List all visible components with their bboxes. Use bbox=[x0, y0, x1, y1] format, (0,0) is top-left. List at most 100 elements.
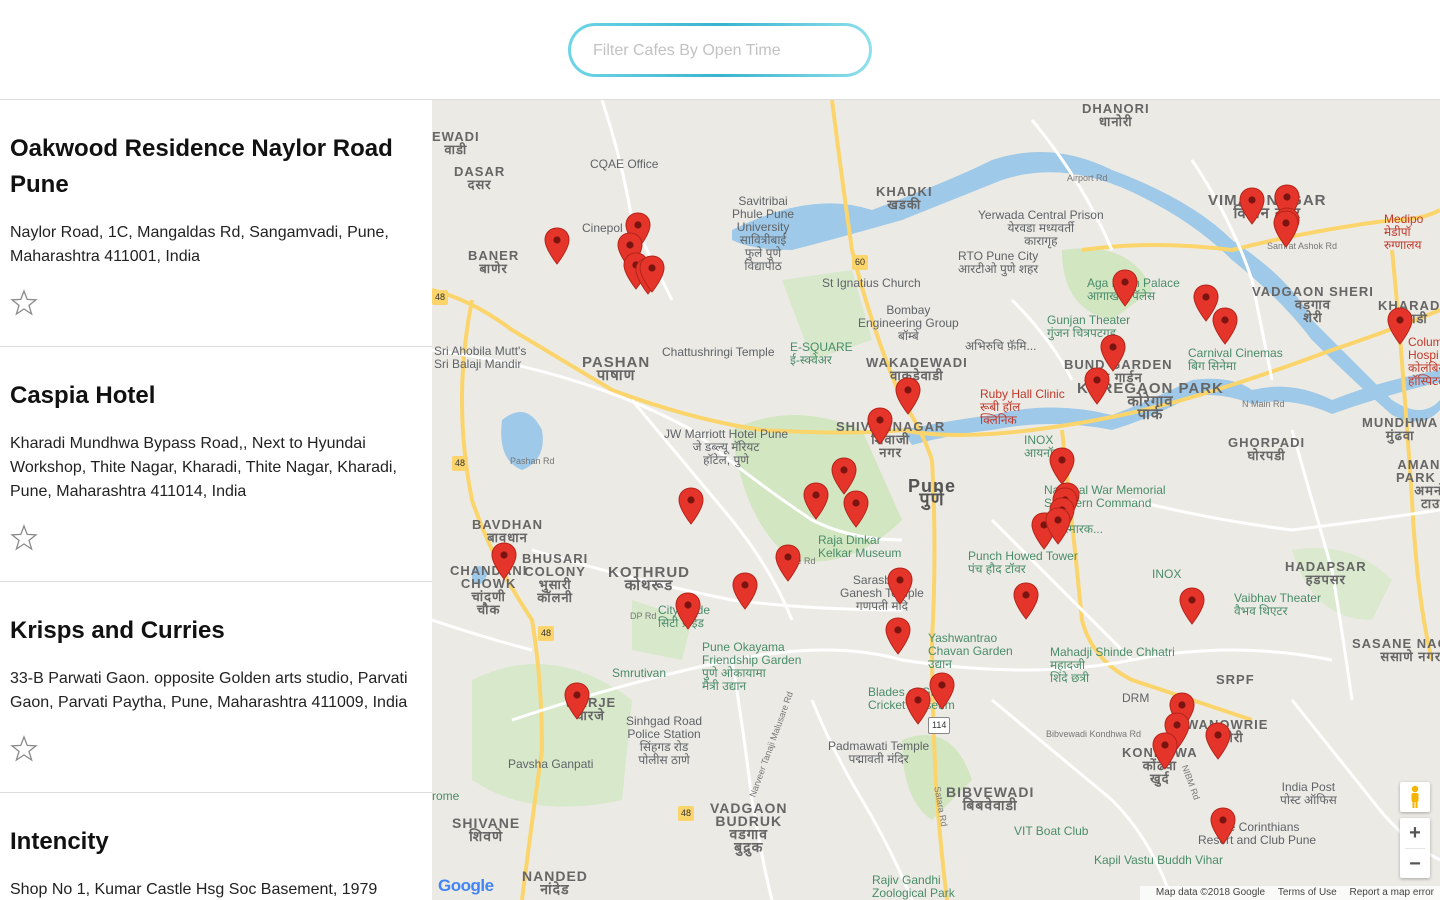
cafe-address: 33-B Parwati Gaon. opposite Golden arts … bbox=[10, 670, 408, 711]
star-icon[interactable] bbox=[10, 289, 38, 317]
map-label: Yerwada Central Prison येरवडा मध्यवर्ती का… bbox=[978, 208, 1104, 248]
map-label: KOTHRUD कोथरूड bbox=[608, 564, 690, 594]
cafe-marker-pin-icon[interactable] bbox=[491, 542, 517, 580]
cafe-marker-pin-icon[interactable] bbox=[678, 487, 704, 525]
filter-open-time-input[interactable] bbox=[591, 26, 855, 76]
cafe-list: Oakwood Residence Naylor Road Pune Naylo… bbox=[0, 100, 432, 900]
map-label: India Post पोस्ट ऑफिस bbox=[1280, 780, 1337, 807]
map-label: PASHAN पाषाण bbox=[582, 354, 651, 384]
map-label: Vaibhav Theater वैभव थिएटर bbox=[1234, 591, 1321, 618]
cafe-name: Oakwood Residence Naylor Road Pune bbox=[10, 135, 393, 198]
map-label: Sinhgad Road Police Station सिंहगड रोड पोली… bbox=[626, 714, 703, 767]
map-label: VADGAON BUDRUK वडगाव बुद्रुक bbox=[710, 800, 788, 855]
map-label: Raja Dinkar Kelkar Museum bbox=[818, 533, 902, 560]
map-footer: Map data ©2018 Google Terms of Use Repor… bbox=[1139, 886, 1440, 900]
cafe-marker-pin-icon[interactable] bbox=[1045, 507, 1071, 545]
map-label: Pavsha Ganpati bbox=[508, 757, 594, 771]
cafe-card[interactable]: Krisps and Curries 33-B Parwati Gaon. op… bbox=[0, 582, 432, 793]
map-label: Ruby Hall Clinic रूबी हॉल क्लिनिक bbox=[980, 387, 1065, 427]
cafe-marker-pin-icon[interactable] bbox=[1210, 807, 1236, 845]
cafe-card[interactable]: Oakwood Residence Naylor Road Pune Naylo… bbox=[0, 100, 432, 347]
map-label: SASANE NAGARससाणे नगर bbox=[1352, 636, 1440, 664]
cafe-marker-pin-icon[interactable] bbox=[885, 617, 911, 655]
cafe-marker-pin-icon[interactable] bbox=[1152, 732, 1178, 770]
cafe-marker-pin-icon[interactable] bbox=[1049, 447, 1075, 485]
map-label: Pashan Rd bbox=[510, 456, 555, 466]
map-label: rome bbox=[432, 789, 460, 803]
cafe-marker-pin-icon[interactable] bbox=[843, 490, 869, 528]
map-label: DP Rd bbox=[630, 611, 657, 621]
map-label: Pune Okayama Friendship Garden पुणे ओकायाम… bbox=[702, 640, 802, 693]
map-label: EWADI वाडी bbox=[432, 129, 480, 157]
map-label: Airport Rd bbox=[1067, 173, 1108, 183]
map-label: GHORPADI घोरपडी bbox=[1228, 435, 1306, 463]
map-label: VADGAON SHERI वडगाव शेरी bbox=[1252, 284, 1374, 325]
map-label: Medipo मेडीपॉ रुग्णालय bbox=[1384, 212, 1424, 252]
zoom-out-button[interactable]: − bbox=[1400, 849, 1430, 879]
cafe-marker-pin-icon[interactable] bbox=[1273, 210, 1299, 248]
cafe-marker-pin-icon[interactable] bbox=[1205, 722, 1231, 760]
map-label: Yashwantrao Chavan Garden उद्यान bbox=[928, 631, 1013, 671]
zoom-in-button[interactable]: + bbox=[1400, 818, 1430, 848]
cafe-marker-pin-icon[interactable] bbox=[544, 227, 570, 265]
cafe-marker-pin-icon[interactable] bbox=[905, 687, 931, 725]
highway-shield: 114 bbox=[928, 717, 951, 734]
map-label: St Ignatius Church bbox=[822, 276, 921, 290]
cafe-name: Caspia Hotel bbox=[10, 382, 156, 409]
map-label: E-SQUARE ई-स्क्वेअर bbox=[790, 340, 853, 367]
star-icon[interactable] bbox=[10, 735, 38, 763]
cafe-marker-pin-icon[interactable] bbox=[803, 482, 829, 520]
cafe-marker-pin-icon[interactable] bbox=[1212, 307, 1238, 345]
map-label: VIT Boat Club bbox=[1014, 824, 1089, 838]
cafe-marker-pin-icon[interactable] bbox=[887, 567, 913, 605]
map-label: Punch Howed Tower पंच हौद टॉवर bbox=[968, 549, 1078, 576]
street-view-pegman-button[interactable] bbox=[1400, 782, 1430, 812]
zoom-controls: + − bbox=[1400, 818, 1430, 878]
map-label: Carnival Cinemas बिग सिनेमा bbox=[1188, 346, 1283, 373]
map-label: Rajiv Gandhi Zoological Park bbox=[872, 873, 955, 900]
cafe-marker-pin-icon[interactable] bbox=[1179, 587, 1205, 625]
map-label: DASAR दसर bbox=[454, 164, 506, 192]
report-error-link[interactable]: Report a map error bbox=[1350, 887, 1434, 898]
cafe-address: Shop No 1, Kumar Castle Hsg Soc Basement… bbox=[10, 881, 378, 898]
cafe-card[interactable]: Intencity Shop No 1, Kumar Castle Hsg So… bbox=[0, 793, 432, 900]
map-attribution: Map data ©2018 Google bbox=[1155, 887, 1266, 898]
map-label: अभिरुचि फ़ॅमि... bbox=[965, 339, 1037, 353]
cafe-marker-pin-icon[interactable] bbox=[564, 682, 590, 720]
cafe-marker-pin-icon[interactable] bbox=[1112, 269, 1138, 307]
cafe-marker-pin-icon[interactable] bbox=[1084, 367, 1110, 405]
cafe-marker-pin-icon[interactable] bbox=[639, 255, 665, 293]
search-box[interactable] bbox=[568, 23, 872, 77]
cafe-marker-pin-icon[interactable] bbox=[929, 672, 955, 710]
map-label: JW Marriott Hotel Pune जे डब्ल्यू मॅरियट ह… bbox=[664, 427, 789, 467]
cafe-marker-pin-icon[interactable] bbox=[1387, 307, 1413, 345]
map-label: Chattushringi Temple bbox=[662, 345, 775, 359]
map-label: VIMAN NAGAR विमान नगर bbox=[1208, 192, 1327, 222]
highway-shield: 48 bbox=[538, 626, 555, 641]
cafe-marker-pin-icon[interactable] bbox=[895, 377, 921, 415]
cafe-marker-pin-icon[interactable] bbox=[732, 572, 758, 610]
highway-shield: 60 bbox=[852, 255, 869, 270]
highway-shield: 48 bbox=[678, 806, 695, 821]
google-logo-text: Google bbox=[438, 876, 494, 895]
terms-link[interactable]: Terms of Use bbox=[1278, 887, 1337, 898]
google-logo[interactable]: Google bbox=[438, 876, 494, 896]
map-label: Kapil Vastu Buddh Vihar bbox=[1094, 853, 1223, 867]
map-label: KHADKI खडकी bbox=[876, 184, 933, 212]
map-label: RTO Pune City आरटीओ पुणे शहर bbox=[958, 249, 1039, 276]
map-label: SRPF bbox=[1216, 672, 1255, 687]
star-icon[interactable] bbox=[10, 524, 38, 552]
map[interactable]: DHANORI धानोरी EWADI वाडी CQAE Office DASA… bbox=[432, 100, 1440, 900]
cafe-marker-pin-icon[interactable] bbox=[1013, 582, 1039, 620]
cafe-marker-pin-icon[interactable] bbox=[867, 407, 893, 445]
map-label: Mahadji Shinde Chhatri महादजी शिंदे छत्री bbox=[1050, 645, 1175, 685]
map-label: Bombay Engineering Group बॉम्बे bbox=[858, 303, 959, 343]
map-label: BIBVEWADI बिबवेवाडी bbox=[946, 784, 1035, 813]
cafe-marker-pin-icon[interactable] bbox=[1239, 187, 1265, 225]
cafe-marker-pin-icon[interactable] bbox=[775, 544, 801, 582]
map-label: DRM bbox=[1122, 691, 1150, 705]
map-label: INOX bbox=[1152, 567, 1182, 581]
cafe-marker-pin-icon[interactable] bbox=[675, 592, 701, 630]
cafe-card[interactable]: Caspia Hotel Kharadi Mundhwa Bypass Road… bbox=[0, 347, 432, 582]
cafe-name: Intencity bbox=[10, 828, 109, 855]
